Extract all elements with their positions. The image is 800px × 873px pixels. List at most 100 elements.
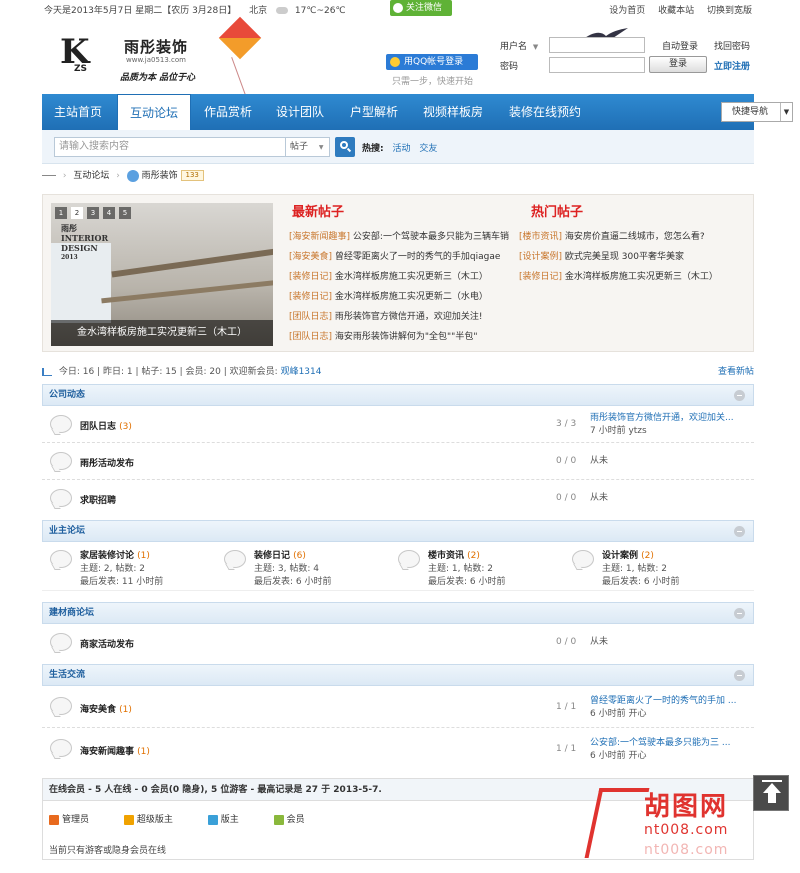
slide-pager-item[interactable]: 3 (87, 207, 99, 219)
nav-item-floorplan[interactable]: 户型解析 (350, 94, 398, 130)
hot-item-activity[interactable]: 活动 (392, 144, 410, 154)
search-input[interactable]: 请输入搜索内容 (54, 137, 286, 157)
forum-name-text[interactable]: 求职招聘 (80, 496, 116, 506)
section-title[interactable]: 生活交流 (49, 670, 85, 680)
list-item[interactable]: [装修日记] 金水湾样板房施工实况更新三（木工） (519, 267, 718, 287)
forum-name[interactable]: 团队日志 (3) (80, 419, 132, 432)
forum-name-text[interactable]: 团队日志 (80, 422, 116, 432)
nav-item-booking[interactable]: 装修在线预约 (509, 94, 581, 130)
breadcrumb-forum[interactable]: 互动论坛 (73, 171, 109, 181)
post-category[interactable]: [装修日记] (519, 272, 562, 282)
username-input[interactable] (549, 37, 645, 53)
post-title[interactable]: 曾经零距离火了一时的秀气的手加qiagae (335, 252, 501, 262)
slide-pager-item[interactable]: 5 (119, 207, 131, 219)
list-item[interactable]: [团队日志] 雨彤装饰官方微信开通，欢迎加关注! (289, 307, 509, 327)
hot-item-friends[interactable]: 交友 (419, 144, 437, 154)
forum-topic-post-count: 0 / 0 (556, 456, 577, 466)
forum-name-text[interactable]: 家居装修讨论 (80, 551, 134, 561)
slide-caption[interactable]: 金水湾样板房施工实况更新三（木工） (51, 320, 273, 346)
forum-name[interactable]: 商家活动发布 (80, 637, 134, 650)
forum-name-text[interactable]: 楼市资讯 (428, 551, 464, 561)
nav-item-home[interactable]: 主站首页 (54, 94, 102, 130)
table-row: 海安新闻趣事 (1) 1 / 1 公安部:一个驾驶本最多只能为三 ... 6 小… (42, 728, 754, 770)
section-title[interactable]: 公司动态 (49, 390, 85, 400)
post-title[interactable]: 金水湾样板房施工实况更新二（水电） (335, 292, 488, 302)
slide-pager-item[interactable]: 2 (71, 207, 83, 219)
post-category[interactable]: [装修日记] (289, 292, 332, 302)
post-title[interactable]: 海安房价直逼二线城市，您怎么看? (565, 232, 705, 242)
post-title[interactable]: 金水湾样板房施工实况更新三（木工） (565, 272, 718, 282)
forum-name-text[interactable]: 海安新闻趣事 (80, 747, 134, 757)
post-category[interactable]: [团队日志] (289, 312, 332, 322)
post-title[interactable]: 海安雨彤装饰讲解何为"全包""半包" (335, 332, 478, 342)
post-title[interactable]: 公安部:一个驾驶本最多只能为三辆车销 (353, 232, 509, 242)
back-to-top-button[interactable] (753, 775, 789, 811)
find-password-link[interactable]: 找回密码 (714, 39, 750, 52)
post-category[interactable]: [团队日志] (289, 332, 332, 342)
forum-name-text[interactable]: 海安美食 (80, 705, 116, 715)
home-icon[interactable] (42, 175, 56, 176)
new-member-link[interactable]: 观峰1314 (281, 367, 322, 377)
nav-item-forum[interactable]: 互动论坛 (117, 94, 191, 131)
collapse-icon[interactable] (734, 670, 745, 681)
list-item[interactable]: [楼市资讯] 海安房价直逼二线城市，您怎么看? (519, 227, 718, 247)
nav-item-video[interactable]: 视频样板房 (423, 94, 483, 130)
register-link[interactable]: 立即注册 (714, 59, 750, 72)
bookmark-link[interactable]: 收藏本站 (658, 6, 694, 16)
collapse-icon[interactable] (734, 526, 745, 537)
view-new-posts-link[interactable]: 查看新帖 (718, 364, 754, 377)
forum-name[interactable]: 家居装修讨论 (1) (80, 548, 150, 561)
last-post-link[interactable]: 公安部:一个驾驶本最多只能为三 ... (590, 738, 730, 748)
post-title[interactable]: 金水湾样板房施工实况更新三（木工） (335, 272, 488, 282)
post-title[interactable]: 欧式完美呈现 300平奢华美家 (565, 252, 684, 262)
last-post-link[interactable]: 雨彤装饰官方微信开通，欢迎加关... (590, 413, 734, 423)
slide-pager-item[interactable]: 4 (103, 207, 115, 219)
list-item[interactable]: [装修日记] 金水湾样板房施工实况更新三（木工） (289, 267, 509, 287)
forum-name[interactable]: 海安美食 (1) (80, 702, 132, 715)
search-type-select[interactable]: 帖子 ▼ (286, 137, 330, 157)
breadcrumb-site[interactable]: 雨彤装饰 (142, 171, 178, 181)
forum-name-text[interactable]: 设计案例 (602, 551, 638, 561)
forum-name-text[interactable]: 装修日记 (254, 551, 290, 561)
follow-wechat-button[interactable]: 关注微信 (390, 0, 452, 16)
forum-name[interactable]: 装修日记 (6) (254, 548, 306, 561)
post-category[interactable]: [装修日记] (289, 272, 332, 282)
username-label[interactable]: 用户名 ▼ (500, 39, 538, 52)
list-item[interactable]: [海安美食] 曾经零距离火了一时的秀气的手加qiagae (289, 247, 509, 267)
forum-new-count: (1) (119, 705, 132, 715)
search-button[interactable] (335, 137, 355, 157)
set-home-link[interactable]: 设为首页 (609, 6, 645, 16)
list-item[interactable]: [团队日志] 海安雨彤装饰讲解何为"全包""半包" (289, 327, 509, 347)
section-title[interactable]: 业主论坛 (49, 526, 85, 536)
login-button[interactable]: 登录 (649, 56, 707, 73)
list-item[interactable]: [设计案例] 欧式完美呈现 300平奢华美家 (519, 247, 718, 267)
forum-name[interactable]: 楼市资讯 (2) (428, 548, 480, 561)
forum-name-text[interactable]: 雨彤活动发布 (80, 459, 134, 469)
list-item[interactable]: [海安新闻趣事] 公安部:一个驾驶本最多只能为三辆车销 (289, 227, 509, 247)
site-logo[interactable]: K ZS 雨彤装饰 www.ja0513.com 品质为本 品位于心 (60, 30, 200, 90)
nav-item-team[interactable]: 设计团队 (276, 94, 324, 130)
qq-login-button[interactable]: 用QQ帐号登录 (386, 54, 478, 70)
forum-name[interactable]: 海安新闻趣事 (1) (80, 744, 150, 757)
collapse-icon[interactable] (734, 390, 745, 401)
forum-name-text[interactable]: 商家活动发布 (80, 640, 134, 650)
post-category[interactable]: [海安美食] (289, 252, 332, 262)
forum-name[interactable]: 雨彤活动发布 (80, 456, 134, 469)
quick-nav-dropdown[interactable]: 快捷导航 ▼ (721, 102, 793, 122)
password-input[interactable] (549, 57, 645, 73)
forum-name[interactable]: 设计案例 (2) (602, 548, 654, 561)
collapse-icon[interactable] (734, 608, 745, 619)
forum-topic-post-count: 1 / 1 (556, 744, 577, 754)
slide-pager-item[interactable]: 1 (55, 207, 67, 219)
wide-mode-link[interactable]: 切换到宽版 (707, 6, 752, 16)
post-category[interactable]: [海安新闻趣事] (289, 232, 350, 242)
post-title[interactable]: 雨彤装饰官方微信开通，欢迎加关注! (335, 312, 483, 322)
nav-item-works[interactable]: 作品赏析 (204, 94, 252, 130)
last-post-link[interactable]: 曾经零距离火了一时的秀气的手加 ... (590, 696, 736, 706)
post-category[interactable]: [设计案例] (519, 252, 562, 262)
post-category[interactable]: [楼市资讯] (519, 232, 562, 242)
section-title[interactable]: 建材商论坛 (49, 608, 94, 618)
list-item[interactable]: [装修日记] 金水湾样板房施工实况更新二（水电） (289, 287, 509, 307)
forum-name[interactable]: 求职招聘 (80, 493, 116, 506)
featured-slideshow[interactable]: 雨彤 INTERIOR DESIGN 2013 12345 金水湾样板房施工实况… (51, 203, 273, 346)
